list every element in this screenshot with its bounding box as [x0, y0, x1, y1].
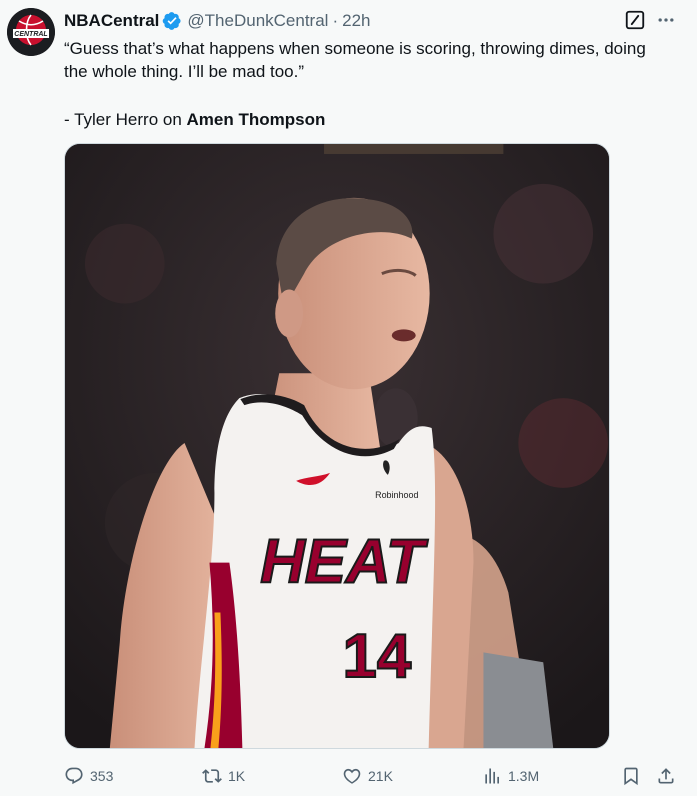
retweet-count: 1K [228, 768, 246, 784]
handle[interactable]: @TheDunkCentral [187, 11, 328, 31]
reply-count: 353 [90, 768, 114, 784]
jersey-team: HEAT [260, 528, 429, 597]
verified-badge-icon[interactable] [162, 11, 182, 31]
attribution-name: Amen Thompson [186, 110, 326, 129]
tweet-actions: 353 1K 21K 1.3M [64, 762, 684, 790]
tweet-header: NBACentral @TheDunkCentral · 22h [64, 10, 371, 32]
grok-icon[interactable] [623, 8, 647, 32]
bookmark-button[interactable] [621, 762, 641, 790]
share-button[interactable] [656, 762, 676, 790]
heart-icon [343, 768, 361, 784]
player-photo: HEAT 14 Robinhood [65, 144, 609, 748]
tweet-photo[interactable]: HEAT 14 Robinhood [64, 143, 610, 749]
tweet-text: “Guess that’s what happens when someone … [64, 37, 674, 131]
views-button[interactable]: 1.3M [482, 762, 539, 790]
share-icon [658, 768, 674, 784]
avatar[interactable]: CENTRAL [7, 8, 55, 56]
tweet[interactable]: CENTRAL NBACentral @TheDunkCentral · 22h… [0, 0, 697, 796]
separator-dot: · [332, 11, 339, 30]
views-count: 1.3M [508, 768, 540, 784]
quote-text: “Guess that’s what happens when someone … [64, 39, 646, 81]
reply-button[interactable]: 353 [64, 762, 113, 790]
retweet-icon [202, 769, 222, 783]
attribution: - Tyler Herro on Amen Thompson [64, 108, 674, 131]
display-name[interactable]: NBACentral [64, 11, 159, 31]
bookmark-icon [624, 767, 638, 786]
jersey-sponsor: Robinhood [375, 490, 418, 500]
more-icon[interactable] [654, 8, 678, 32]
attribution-prefix: - Tyler Herro on [64, 110, 187, 129]
timestamp[interactable]: 22h [342, 11, 370, 31]
views-icon [485, 768, 499, 784]
svg-text:CENTRAL: CENTRAL [14, 31, 47, 38]
retweet-button[interactable]: 1K [202, 762, 245, 790]
nbacentral-logo: CENTRAL [7, 8, 55, 56]
reply-icon [65, 767, 83, 785]
like-count: 21K [368, 768, 393, 784]
like-button[interactable]: 21K [342, 762, 393, 790]
jersey-number: 14 [343, 622, 412, 691]
